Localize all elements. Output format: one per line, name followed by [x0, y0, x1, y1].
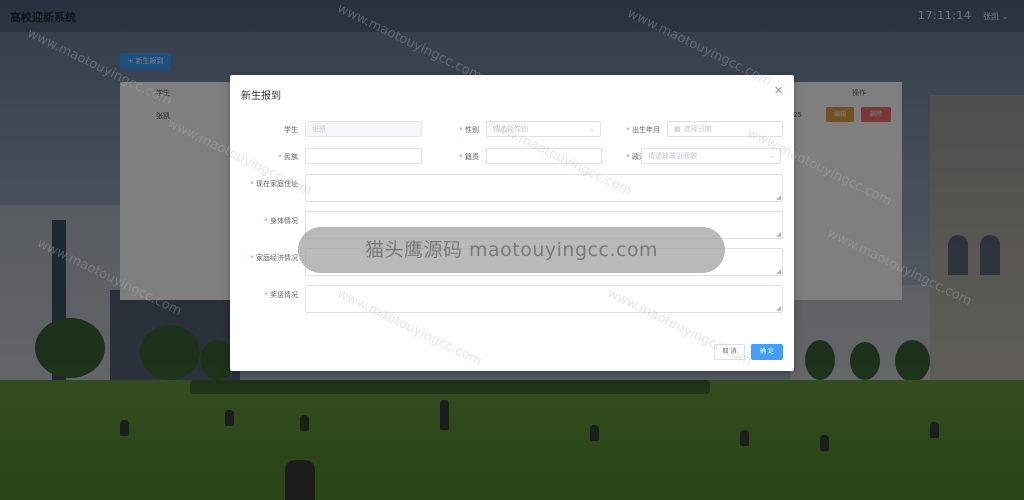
- birth-date-picker[interactable]: ▦ 选择日期: [667, 121, 783, 137]
- label-home-address: * 现在家庭住址: [250, 180, 298, 188]
- resize-icon: ◢: [776, 231, 781, 238]
- label-native-place: * 籍贯: [459, 153, 479, 161]
- confirm-button[interactable]: 确 定: [751, 344, 783, 360]
- label-birth: * 出生年月: [626, 126, 660, 134]
- cancel-button[interactable]: 取 消: [714, 344, 745, 360]
- label-health: * 身体情况: [264, 217, 298, 225]
- label-family-economy: * 家庭经济情况: [250, 254, 298, 262]
- label-ethnicity: * 民族: [278, 153, 298, 161]
- watermark-banner: 猫头鹰源码 maotouyingcc.com: [298, 227, 725, 273]
- resize-icon: ◢: [776, 305, 781, 312]
- label-gender: * 性别: [459, 126, 479, 134]
- resize-icon: ◢: [776, 194, 781, 201]
- dialog-title: 新生报到: [241, 91, 281, 102]
- label-student: 学生: [284, 126, 298, 134]
- label-awards: * 奖惩情况: [264, 291, 298, 299]
- calendar-icon: ▦: [674, 125, 681, 133]
- home-address-textarea[interactable]: ◢: [305, 174, 783, 202]
- awards-textarea[interactable]: ◢: [305, 285, 783, 313]
- chevron-down-icon: ⌄: [769, 152, 775, 160]
- close-icon[interactable]: ✕: [774, 84, 783, 97]
- resize-icon: ◢: [776, 268, 781, 275]
- politics-select[interactable]: 请选择政治面貌 ⌄: [641, 148, 781, 164]
